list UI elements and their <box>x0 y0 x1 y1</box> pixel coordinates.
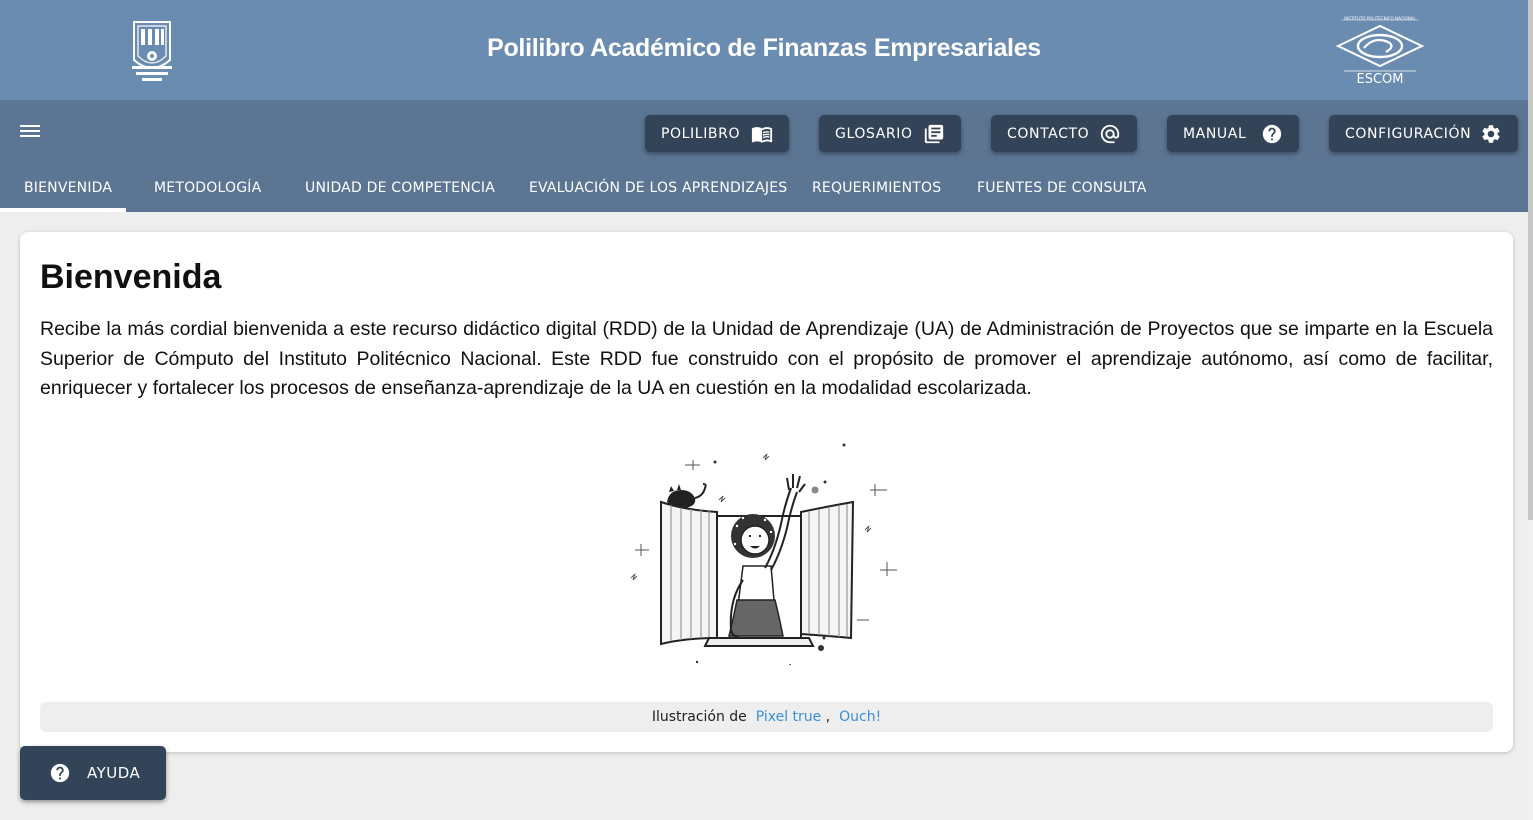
gear-icon <box>1482 125 1500 143</box>
escom-logo-text: ESCOM <box>1357 72 1404 86</box>
tab-evaluacion-de-los-aprendizajes[interactable]: EVALUACIÓN DE LOS APRENDIZAJES <box>529 180 787 196</box>
at-sign-icon <box>1100 124 1120 144</box>
page-scrollbar[interactable] <box>1528 0 1533 820</box>
tab-metodologia[interactable]: METODOLOGÍA <box>154 180 261 196</box>
help-button[interactable]: AYUDA <box>20 746 166 800</box>
contacto-button-label: CONTACTO <box>1007 125 1090 142</box>
escom-logo: INSTITUTO POLITÉCNICO NACIONAL ESCOM <box>1335 16 1425 86</box>
tab-fuentes-de-consulta[interactable]: FUENTES DE CONSULTA <box>977 180 1147 196</box>
woman-waving-at-window-illustration <box>630 443 897 665</box>
help-circle-icon <box>50 763 70 783</box>
open-book-icon <box>751 127 773 143</box>
configuracion-button-label: CONFIGURACIÓN <box>1345 125 1472 142</box>
active-tab-indicator <box>0 208 126 212</box>
tab-bienvenida[interactable]: BIENVENIDA <box>24 180 112 196</box>
credit-prefix: Ilustración de <box>651 709 747 725</box>
page-title: Bienvenida <box>40 258 222 296</box>
polilibro-button[interactable]: POLILIBRO <box>645 115 789 152</box>
glosario-button-label: GLOSARIO <box>835 125 913 142</box>
manual-button[interactable]: MANUAL <box>1167 115 1299 152</box>
app-title: Polilibro Académico de Finanzas Empresar… <box>487 34 1041 62</box>
contacto-button[interactable]: CONTACTO <box>991 115 1137 152</box>
glosario-button[interactable]: GLOSARIO <box>819 115 961 152</box>
ouch-link[interactable]: Ouch! <box>839 709 881 725</box>
tab-unidad-de-competencia[interactable]: UNIDAD DE COMPETENCIA <box>305 180 495 196</box>
credit-separator: , <box>825 709 831 725</box>
escom-logo-small-text: INSTITUTO POLITÉCNICO NACIONAL <box>1344 16 1416 21</box>
scrollbar-thumb[interactable] <box>1528 0 1533 520</box>
tab-requerimientos[interactable]: REQUERIMIENTOS <box>812 180 941 196</box>
polilibro-button-label: POLILIBRO <box>661 125 741 142</box>
hamburger-menu-icon[interactable] <box>18 122 42 142</box>
library-books-icon <box>924 124 944 144</box>
configuracion-button[interactable]: CONFIGURACIÓN <box>1329 115 1518 152</box>
illustration-credit: Ilustración de Pixel true , Ouch! <box>40 702 1493 732</box>
manual-button-label: MANUAL <box>1183 125 1247 142</box>
app-header: Polilibro Académico de Finanzas Empresar… <box>0 0 1528 100</box>
help-button-label: AYUDA <box>87 764 141 782</box>
help-circle-icon <box>1262 124 1282 144</box>
welcome-paragraph: Recibe la más cordial bienvenida a este … <box>40 318 1493 399</box>
pixel-true-link[interactable]: Pixel true <box>756 709 822 725</box>
